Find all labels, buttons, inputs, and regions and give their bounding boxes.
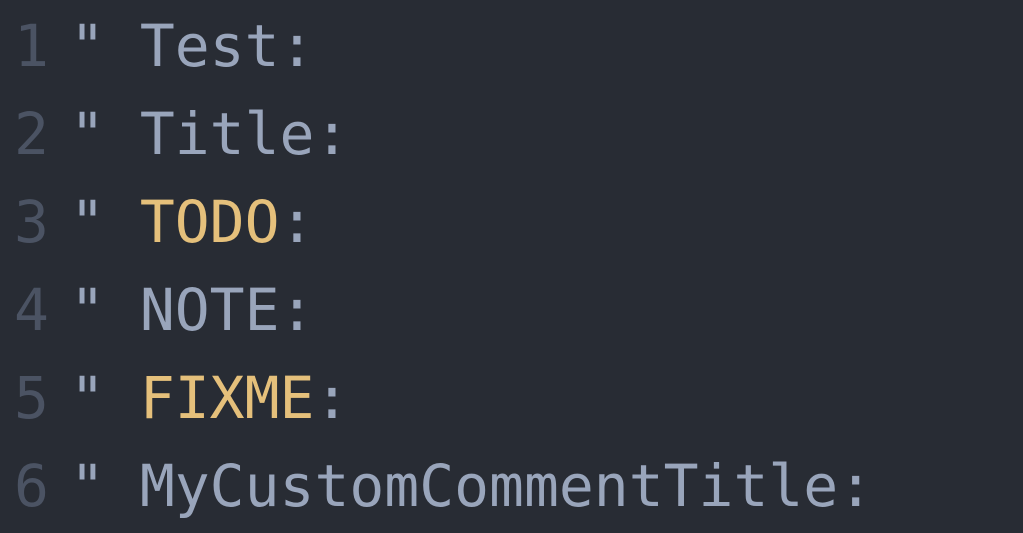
comment-quote: " xyxy=(70,90,105,178)
code-line[interactable]: 3 " TODO : xyxy=(0,178,1023,266)
todo-keyword: TODO xyxy=(140,178,280,266)
comment-quote: " xyxy=(70,2,105,90)
code-line[interactable]: 4 " NOTE: xyxy=(0,266,1023,354)
space xyxy=(105,266,140,354)
line-number: 4 xyxy=(0,266,70,354)
comment-text: MyCustomCommentTitle: xyxy=(140,442,873,530)
comment-text: : xyxy=(314,354,349,442)
code-line[interactable]: 6 " MyCustomCommentTitle: xyxy=(0,442,1023,530)
code-line[interactable]: 5 " FIXME : xyxy=(0,354,1023,442)
space xyxy=(105,178,140,266)
code-line[interactable]: 1 " Test: xyxy=(0,2,1023,90)
comment-quote: " xyxy=(70,178,105,266)
fixme-keyword: FIXME xyxy=(140,354,315,442)
comment-quote: " xyxy=(70,354,105,442)
line-number: 5 xyxy=(0,354,70,442)
comment-quote: " xyxy=(70,442,105,530)
comment-text: : xyxy=(280,178,315,266)
space xyxy=(105,442,140,530)
space xyxy=(105,354,140,442)
comment-text: NOTE: xyxy=(140,266,315,354)
code-editor[interactable]: 1 " Test: 2 " Title: 3 " TODO : 4 " NOTE… xyxy=(0,0,1023,530)
comment-quote: " xyxy=(70,266,105,354)
line-number: 2 xyxy=(0,90,70,178)
space xyxy=(105,2,140,90)
line-number: 3 xyxy=(0,178,70,266)
code-line[interactable]: 2 " Title: xyxy=(0,90,1023,178)
comment-text: Test: xyxy=(140,2,315,90)
comment-text: Title: xyxy=(140,90,350,178)
line-number: 6 xyxy=(0,442,70,530)
line-number: 1 xyxy=(0,2,70,90)
space xyxy=(105,90,140,178)
